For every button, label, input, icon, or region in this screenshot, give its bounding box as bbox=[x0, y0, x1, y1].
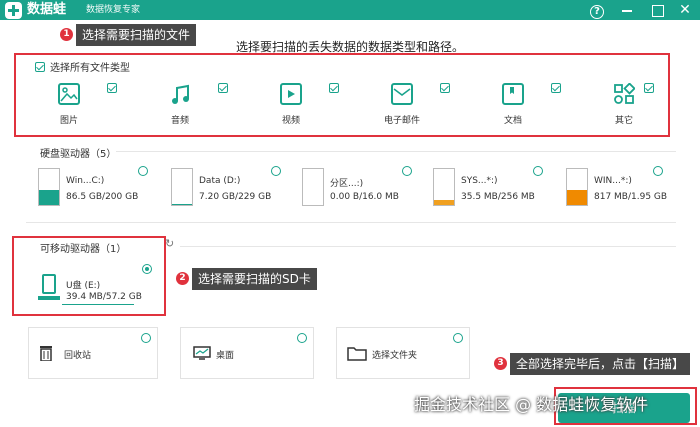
select-all-check-icon bbox=[35, 62, 45, 72]
file-type-label: 电子邮件 bbox=[383, 116, 420, 126]
recycle-bin-icon bbox=[39, 345, 53, 362]
title-bar: 数据蛙 数据恢复专家 ? ✕ bbox=[0, 0, 700, 20]
video-checkbox[interactable] bbox=[329, 83, 339, 93]
drive-usage-bar bbox=[171, 168, 193, 206]
drive-usage-bar bbox=[38, 168, 60, 206]
drive-name: Data (D:) bbox=[199, 176, 241, 186]
drive-name: U盘 (E:) bbox=[66, 281, 101, 291]
mail-icon bbox=[391, 83, 413, 105]
file-type-other[interactable]: 其它 bbox=[593, 78, 665, 130]
close-icon[interactable]: ✕ bbox=[676, 1, 694, 19]
file-type-label: 音频 bbox=[170, 116, 189, 126]
drive-name: SYS...*:) bbox=[461, 176, 498, 186]
location-label: 回收站 bbox=[64, 351, 92, 361]
hard-drives-label: 硬盘驱动器（5） bbox=[40, 149, 117, 160]
drive-sys-radio[interactable] bbox=[533, 166, 543, 176]
drive-usage-bar bbox=[433, 168, 455, 206]
refresh-icon[interactable]: ↻ bbox=[165, 237, 174, 250]
select-all-label: 选择所有文件类型 bbox=[50, 63, 130, 74]
document-checkbox[interactable] bbox=[551, 83, 561, 93]
drive-usb[interactable]: U盘 (E:) 39.4 MB/57.2 GB bbox=[38, 268, 158, 314]
image-checkbox[interactable] bbox=[107, 83, 117, 93]
annotation-callout-2: 选择需要扫描的SD卡 bbox=[192, 268, 317, 290]
drive-d-radio[interactable] bbox=[271, 166, 281, 176]
annotation-badge-1: 1 bbox=[60, 28, 73, 41]
usb-usage-line bbox=[62, 304, 134, 305]
location-recycle-bin[interactable]: 回收站 bbox=[28, 327, 158, 379]
file-type-label: 视频 bbox=[281, 116, 300, 126]
app-logo-icon bbox=[5, 2, 22, 19]
drive-size: 7.20 GB/229 GB bbox=[199, 192, 272, 202]
location-desktop[interactable]: 桌面 bbox=[180, 327, 314, 379]
help-icon[interactable]: ? bbox=[588, 1, 606, 19]
drive-partition[interactable]: 分区...:) 0.00 B/16.0 MB bbox=[302, 168, 432, 214]
file-type-document[interactable]: 文档 bbox=[482, 78, 572, 130]
location-select-folder[interactable]: 选择文件夹 bbox=[336, 327, 470, 379]
drive-partition-radio[interactable] bbox=[402, 166, 412, 176]
other-checkbox[interactable] bbox=[644, 83, 654, 93]
drive-name: 分区...:) bbox=[330, 179, 364, 189]
file-type-video[interactable]: 视频 bbox=[260, 78, 350, 130]
drive-usage-fill bbox=[172, 203, 192, 205]
select-folder-radio[interactable] bbox=[453, 333, 463, 343]
drive-name: WIN...*:) bbox=[594, 176, 632, 186]
file-type-image[interactable]: 图片 bbox=[38, 78, 128, 130]
other-icon bbox=[613, 82, 636, 105]
drive-usb-radio[interactable] bbox=[142, 264, 152, 274]
file-type-label: 其它 bbox=[614, 116, 633, 126]
drive-usage-fill bbox=[38, 296, 60, 300]
drive-sys[interactable]: SYS...*:) 35.5 MB/256 MB bbox=[433, 168, 563, 214]
email-checkbox[interactable] bbox=[440, 83, 450, 93]
drive-size: 86.5 GB/200 GB bbox=[66, 192, 139, 202]
section-divider bbox=[26, 222, 676, 223]
drive-size: 39.4 MB/57.2 GB bbox=[66, 292, 142, 302]
annotation-badge-3: 3 bbox=[494, 357, 507, 370]
minimize-icon[interactable] bbox=[618, 1, 636, 19]
file-type-label: 图片 bbox=[59, 116, 78, 126]
section-divider bbox=[180, 246, 676, 247]
location-label: 选择文件夹 bbox=[372, 351, 418, 361]
desktop-radio[interactable] bbox=[297, 333, 307, 343]
recycle-bin-radio[interactable] bbox=[141, 333, 151, 343]
drive-size: 817 MB/1.95 GB bbox=[594, 192, 668, 202]
drive-d[interactable]: Data (D:) 7.20 GB/229 GB bbox=[171, 168, 301, 214]
drive-usage-fill bbox=[434, 199, 454, 205]
music-icon bbox=[169, 83, 191, 105]
file-type-audio[interactable]: 音频 bbox=[149, 78, 239, 130]
drive-win-radio[interactable] bbox=[653, 166, 663, 176]
drive-usage-fill bbox=[39, 189, 59, 205]
location-label: 桌面 bbox=[216, 351, 235, 361]
select-all-checkbox[interactable]: 选择所有文件类型 bbox=[35, 59, 130, 74]
drive-usage-bar bbox=[566, 168, 588, 206]
drive-name: Win...C:) bbox=[66, 176, 105, 186]
maximize-icon[interactable] bbox=[648, 1, 666, 19]
drive-size: 35.5 MB/256 MB bbox=[461, 192, 535, 202]
removable-drives-label: 可移动驱动器（1） bbox=[40, 244, 127, 255]
desktop-icon bbox=[193, 346, 211, 360]
drive-c-radio[interactable] bbox=[138, 166, 148, 176]
app-subtitle: 数据恢复专家 bbox=[86, 5, 141, 15]
file-type-label: 文档 bbox=[503, 116, 522, 126]
video-icon bbox=[280, 83, 302, 105]
watermark: 掘金技术社区 @ 数据蛙恢复软件 bbox=[414, 395, 649, 414]
audio-checkbox[interactable] bbox=[218, 83, 228, 93]
image-icon bbox=[58, 83, 80, 105]
drive-usage-bar bbox=[302, 168, 324, 206]
drive-c[interactable]: Win...C:) 86.5 GB/200 GB bbox=[38, 168, 168, 214]
file-type-email[interactable]: 电子邮件 bbox=[371, 78, 461, 130]
app-name: 数据蛙 bbox=[27, 2, 67, 17]
usb-drive-icon bbox=[42, 274, 56, 294]
folder-icon bbox=[347, 346, 367, 361]
section-divider bbox=[116, 151, 676, 152]
drive-size: 0.00 B/16.0 MB bbox=[330, 192, 399, 202]
drive-usage-fill bbox=[567, 190, 587, 205]
document-icon bbox=[502, 83, 524, 105]
annotation-callout-3: 全部选择完毕后，点击【扫描】 bbox=[510, 353, 691, 375]
annotation-callout-1: 选择需要扫描的文件 bbox=[76, 24, 197, 46]
annotation-badge-2: 2 bbox=[176, 272, 189, 285]
